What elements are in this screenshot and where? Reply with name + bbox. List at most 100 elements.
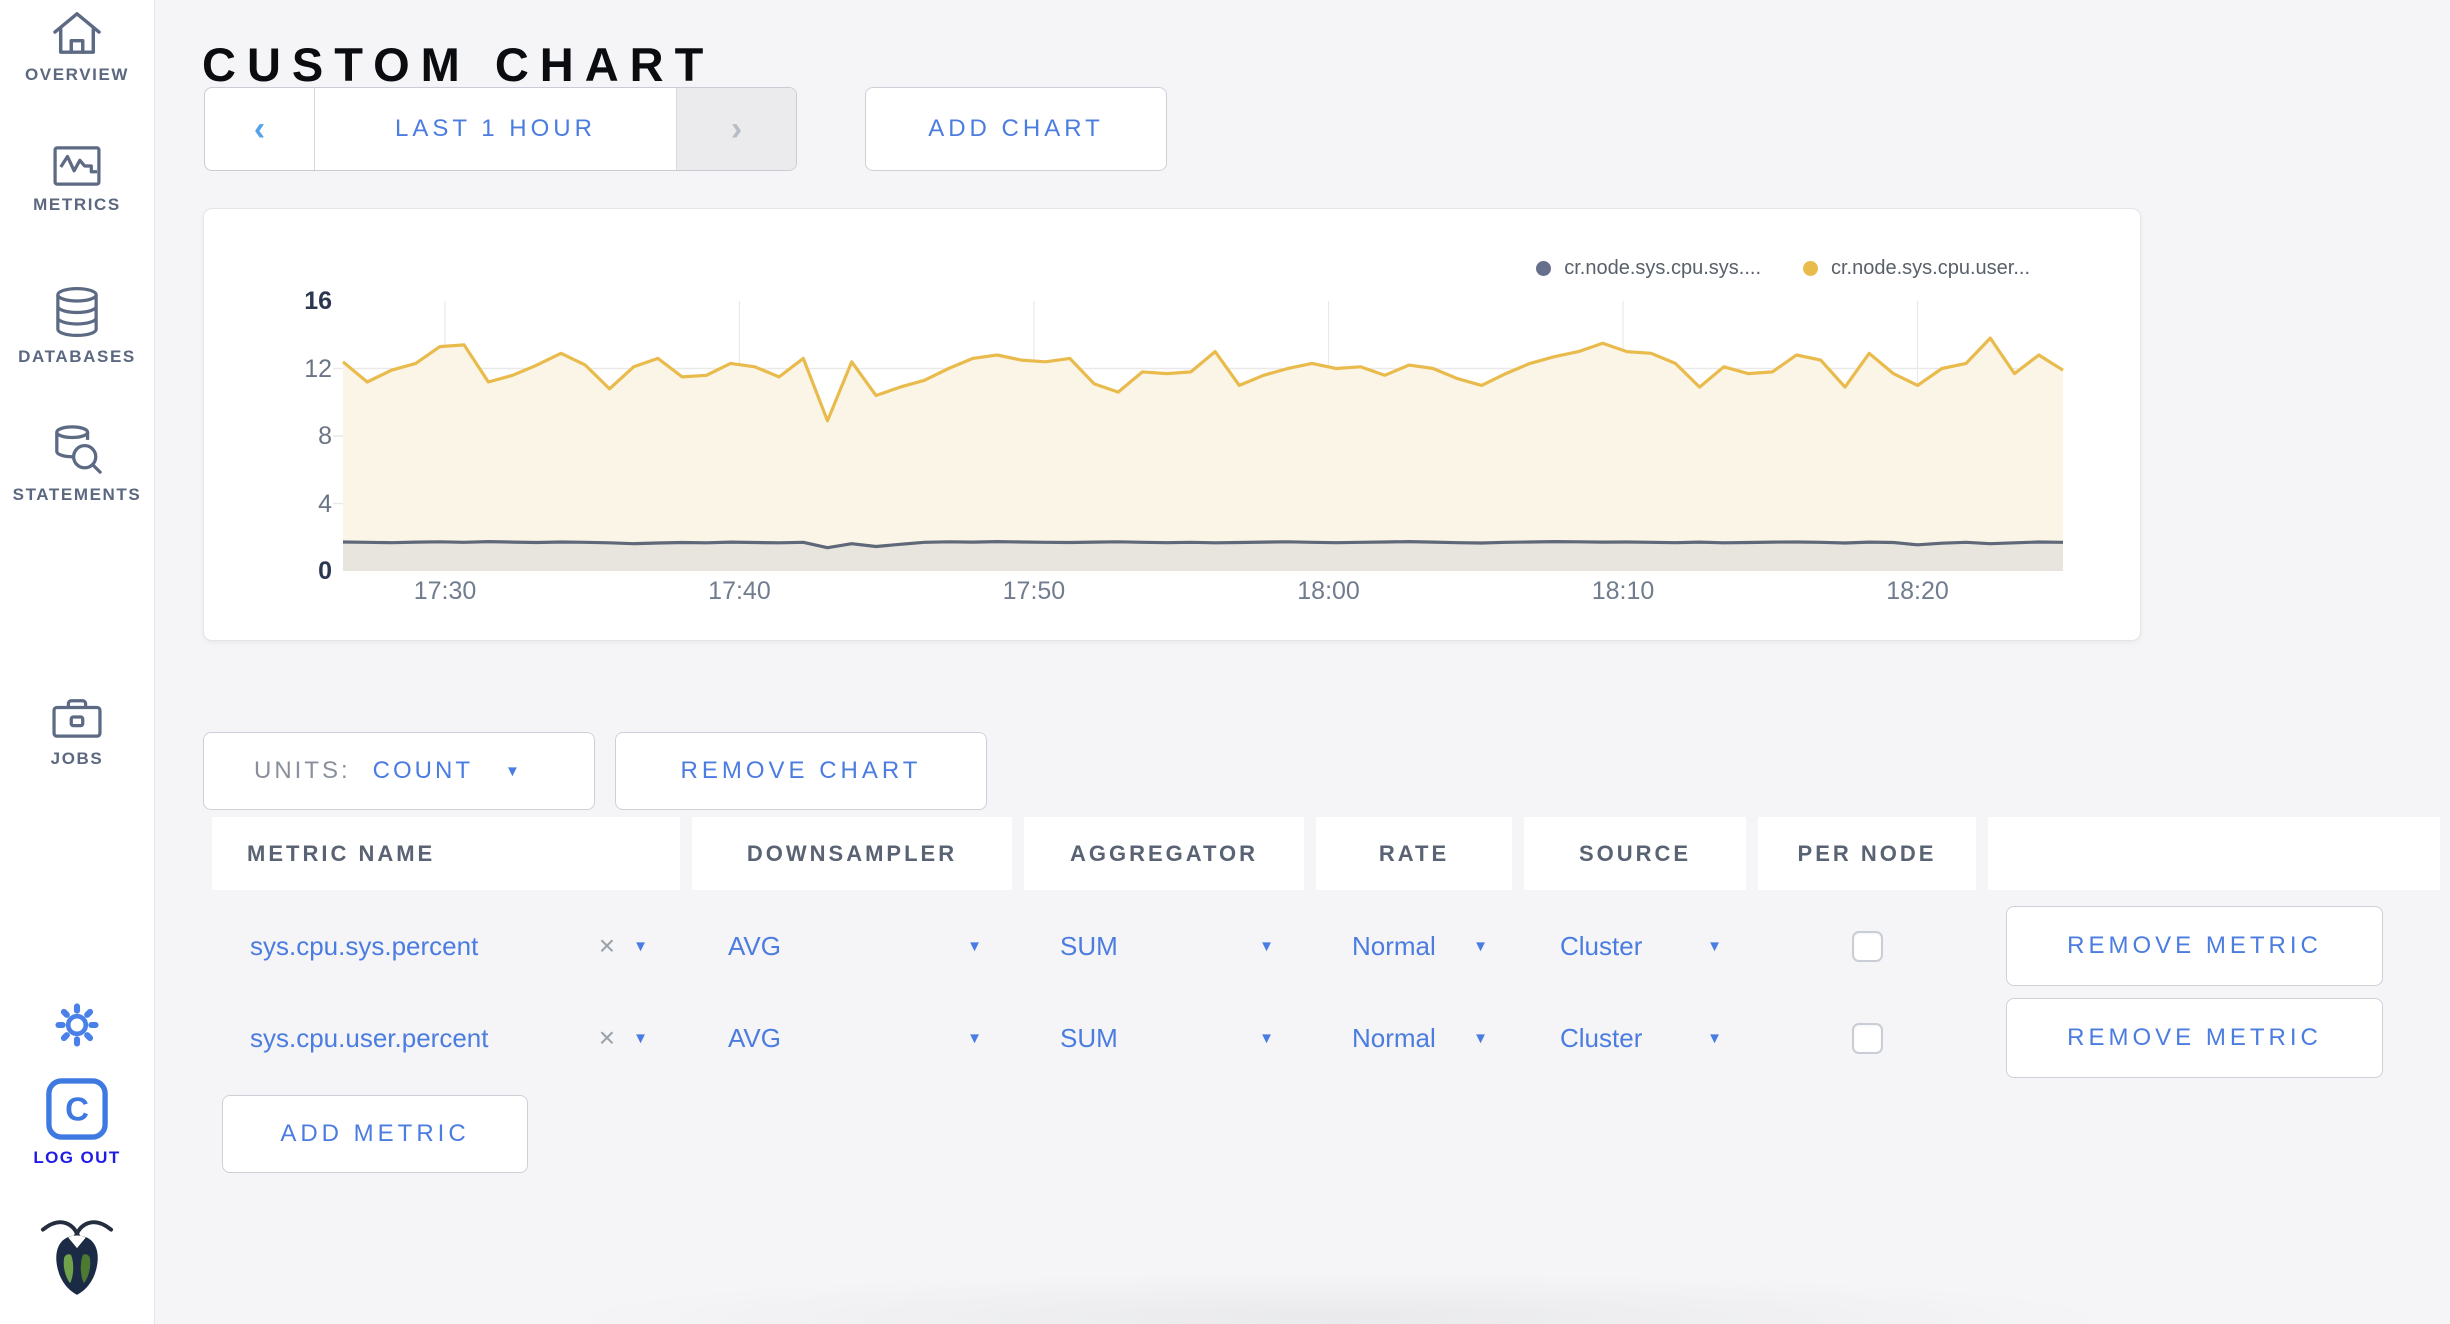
cockroach-bug-icon	[40, 1220, 114, 1295]
per-node-cell	[1758, 996, 1976, 1080]
rate-dropdown[interactable]: Normal ▼	[1316, 996, 1512, 1080]
plot-svg	[333, 301, 2064, 571]
x-axis-label: 18:10	[1591, 577, 1655, 605]
sidebar-item-label: METRICS	[33, 195, 121, 214]
column-header-rate: RATE	[1316, 817, 1512, 890]
chart-card: cr.node.sys.cpu.sys.... cr.node.sys.cpu.…	[203, 208, 2141, 641]
per-node-cell	[1758, 904, 1976, 988]
logout-button[interactable]: C LOG OUT	[0, 1078, 154, 1168]
legend-item: cr.node.sys.cpu.sys....	[1536, 257, 1761, 280]
remove-chart-button[interactable]: REMOVE CHART	[615, 732, 987, 810]
time-range-selector: ‹ LAST 1 HOUR ›	[204, 87, 797, 171]
clear-icon[interactable]: ×	[599, 932, 615, 960]
legend-label: cr.node.sys.cpu.user...	[1831, 257, 2030, 279]
sidebar-item-label: OVERVIEW	[24, 65, 130, 84]
time-series-plot[interactable]	[333, 301, 2064, 571]
caret-down-icon: ▼	[633, 937, 648, 955]
sidebar-item-label: STATEMENTS	[12, 485, 142, 504]
source-value: Cluster	[1560, 930, 1643, 961]
column-header-per-node: PER NODE	[1758, 817, 1976, 890]
logout-label: LOG OUT	[33, 1148, 121, 1167]
sidebar-item-databases[interactable]: DATABASES	[0, 286, 154, 367]
custom-chart-page: OVERVIEW METRICS DATABASES STATEMENTS JO…	[0, 0, 2450, 1324]
y-axis-label: 4	[318, 489, 332, 518]
sidebar-item-label: DATABASES	[18, 347, 136, 366]
metrics-table-header: METRIC NAME DOWNSAMPLER AGGREGATOR RATE …	[212, 817, 2440, 890]
time-range-next-button[interactable]: ›	[676, 88, 796, 170]
y-axis-label: 12	[304, 354, 332, 383]
caret-down-icon: ▼	[1473, 937, 1488, 955]
metric-name: sys.cpu.user.percent	[250, 1022, 489, 1053]
sidebar-item-metrics[interactable]: METRICS	[0, 146, 154, 215]
caret-down-icon: ▼	[967, 1029, 982, 1047]
legend-item: cr.node.sys.cpu.user...	[1803, 257, 2030, 280]
downsampler-value: AVG	[728, 1022, 781, 1053]
time-range-label[interactable]: LAST 1 HOUR	[315, 88, 676, 170]
column-header-downsampler: DOWNSAMPLER	[692, 817, 1012, 890]
statements-icon	[55, 425, 102, 474]
metric-name: sys.cpu.sys.percent	[250, 930, 479, 961]
sidebar-item-overview[interactable]: OVERVIEW	[0, 10, 154, 85]
caret-down-icon: ▼	[1707, 1029, 1722, 1047]
sidebar-item-jobs[interactable]: JOBS	[0, 696, 154, 769]
legend-label: cr.node.sys.cpu.sys....	[1564, 257, 1761, 279]
caret-down-icon: ▼	[1259, 1029, 1274, 1047]
jobs-icon	[52, 699, 102, 738]
x-axis-label: 17:50	[1002, 577, 1066, 605]
aggregator-value: SUM	[1060, 930, 1118, 961]
table-row: sys.cpu.user.percent × ▼ AVG ▼ SUM ▼ Nor…	[212, 996, 2440, 1080]
y-axis-label: 0	[318, 557, 332, 585]
x-axis-label: 18:00	[1297, 577, 1360, 605]
remove-metric-button[interactable]: REMOVE METRIC	[2006, 906, 2383, 986]
gear-icon	[55, 1003, 99, 1047]
caret-down-icon: ▼	[505, 762, 524, 780]
x-axis-label: 17:40	[708, 577, 771, 605]
source-value: Cluster	[1560, 1022, 1643, 1053]
rate-dropdown[interactable]: Normal ▼	[1316, 904, 1512, 988]
downsampler-dropdown[interactable]: AVG ▼	[692, 904, 1012, 988]
legend-dot-icon	[1803, 261, 1818, 276]
rate-value: Normal	[1352, 1022, 1436, 1053]
metrics-icon	[53, 146, 101, 186]
chevron-left-icon: ‹	[253, 110, 266, 148]
y-axis-label: 8	[318, 422, 332, 450]
source-dropdown[interactable]: Cluster ▼	[1524, 904, 1746, 988]
databases-icon	[56, 286, 98, 338]
home-icon	[53, 12, 101, 54]
sidebar-item-statements[interactable]: STATEMENTS	[0, 424, 154, 505]
source-dropdown[interactable]: Cluster ▼	[1524, 996, 1746, 1080]
aggregator-dropdown[interactable]: SUM ▼	[1024, 904, 1304, 988]
downsampler-dropdown[interactable]: AVG ▼	[692, 996, 1012, 1080]
units-label: UNITS:	[254, 757, 351, 784]
cockroach-c-icon: C	[46, 1078, 108, 1140]
column-header-metric-name: METRIC NAME	[212, 817, 680, 890]
per-node-checkbox[interactable]	[1851, 1022, 1883, 1054]
settings-button[interactable]	[0, 1000, 154, 1050]
y-axis-label: 16	[304, 287, 332, 315]
metric-name-dropdown[interactable]: sys.cpu.sys.percent × ▼	[212, 904, 680, 988]
svg-text:C: C	[65, 1091, 89, 1128]
clear-icon[interactable]: ×	[599, 1024, 615, 1052]
per-node-checkbox[interactable]	[1851, 930, 1883, 962]
chart-legend: cr.node.sys.cpu.sys.... cr.node.sys.cpu.…	[1536, 257, 2030, 280]
x-axis-label: 18:20	[1886, 577, 1949, 605]
aggregator-dropdown[interactable]: SUM ▼	[1024, 996, 1304, 1080]
column-header-actions	[1988, 817, 2440, 890]
x-axis-label: 17:30	[413, 577, 477, 605]
metric-name-dropdown[interactable]: sys.cpu.user.percent × ▼	[212, 996, 680, 1080]
add-chart-button[interactable]: ADD CHART	[865, 87, 1167, 171]
remove-metric-button[interactable]: REMOVE METRIC	[2006, 998, 2383, 1078]
add-metric-button[interactable]: ADD METRIC	[222, 1095, 528, 1173]
page-title: CUSTOM CHART	[202, 38, 715, 92]
brand-logo[interactable]	[0, 1214, 154, 1296]
table-row: sys.cpu.sys.percent × ▼ AVG ▼ SUM ▼ Norm…	[212, 904, 2440, 988]
units-dropdown[interactable]: UNITS: COUNT ▼	[203, 732, 595, 810]
aggregator-value: SUM	[1060, 1022, 1118, 1053]
sidebar: OVERVIEW METRICS DATABASES STATEMENTS JO…	[0, 0, 155, 1324]
downsampler-value: AVG	[728, 930, 781, 961]
units-value: COUNT	[372, 757, 473, 784]
time-range-prev-button[interactable]: ‹	[205, 88, 315, 170]
legend-dot-icon	[1536, 261, 1552, 276]
caret-down-icon: ▼	[633, 1029, 648, 1047]
rate-value: Normal	[1352, 930, 1436, 961]
